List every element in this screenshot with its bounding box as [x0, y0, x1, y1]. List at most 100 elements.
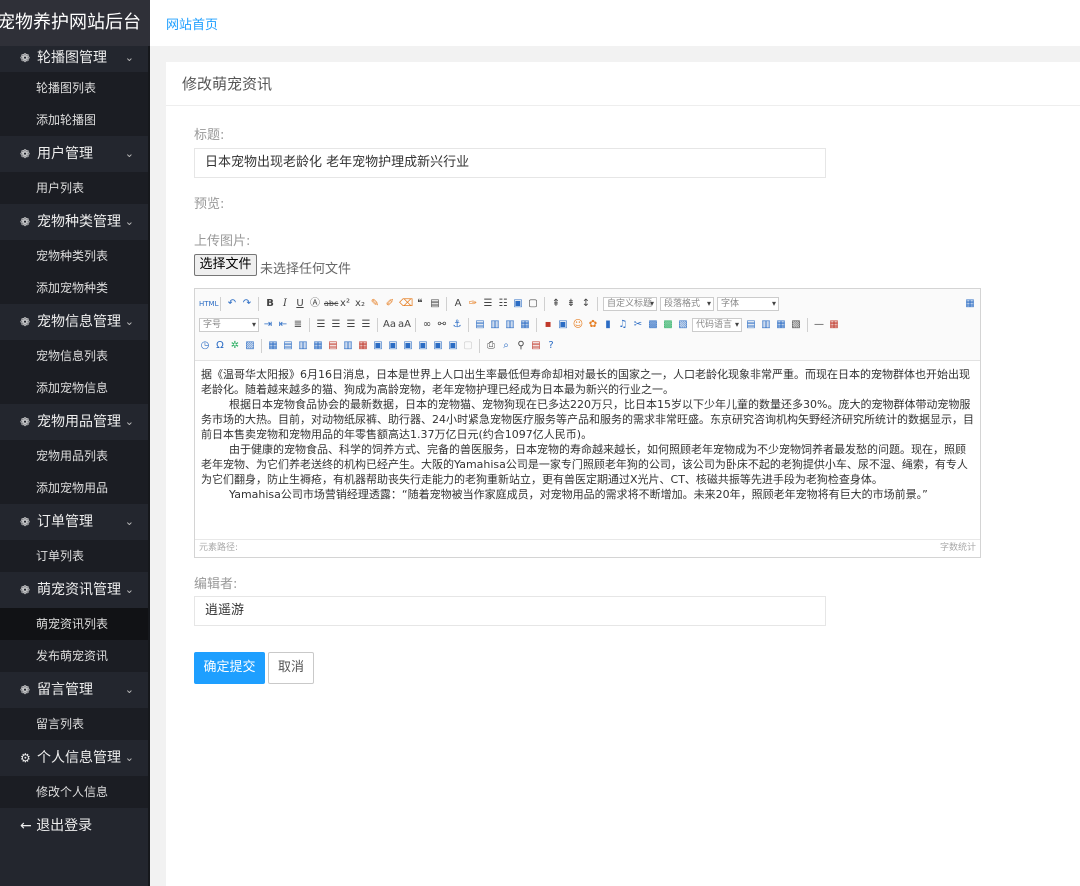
autotypeset-icon[interactable]: ✐: [384, 298, 396, 310]
highlight-color-icon[interactable]: ✑: [467, 298, 479, 310]
template-icon[interactable]: ▥: [760, 319, 772, 331]
sidebar-item[interactable]: 添加宠物信息: [0, 372, 150, 404]
map-icon[interactable]: ▩: [647, 319, 659, 331]
sidebar-item[interactable]: 用户列表: [0, 172, 150, 204]
delete-table-icon[interactable]: ▤: [282, 340, 294, 352]
scrawl-icon[interactable]: ✿: [587, 319, 599, 331]
clear-doc-icon[interactable]: ▢: [527, 298, 539, 310]
underline-icon[interactable]: U: [294, 298, 306, 310]
insert-row-icon[interactable]: ▦: [312, 340, 324, 352]
row-spacing-top-icon[interactable]: ⇞: [550, 298, 562, 310]
delete-col-icon[interactable]: ▦: [357, 340, 369, 352]
sidebar-item[interactable]: 宠物用品列表: [0, 440, 150, 472]
editor-content[interactable]: 据《温哥华太阳报》6月16日消息，日本是世界上人口出生率最低但寿命却相对最长的国…: [195, 361, 980, 539]
simple-upload-icon[interactable]: ▪: [542, 319, 554, 331]
split-cells-icon[interactable]: ▣: [417, 340, 429, 352]
merge-cells-icon[interactable]: ▣: [372, 340, 384, 352]
strikethrough-icon[interactable]: abc: [324, 298, 338, 310]
superscript-icon[interactable]: x²: [339, 298, 351, 310]
custom-title-select[interactable]: 自定义标题 ▾: [603, 296, 657, 311]
sidebar-group-header[interactable]: ❁ 用户管理 ⌄: [0, 136, 150, 172]
insert-image-icon[interactable]: ▣: [557, 319, 569, 331]
line-height-icon[interactable]: ↕: [580, 298, 592, 310]
font-size-select[interactable]: 字号 ▾: [199, 317, 259, 332]
unlink-icon[interactable]: ⚯: [436, 319, 448, 331]
image-left-icon[interactable]: ▥: [489, 319, 501, 331]
font-family-select[interactable]: 字体 ▾: [717, 296, 779, 311]
align-justify-icon[interactable]: ☰: [360, 319, 372, 331]
sidebar-scrollbar[interactable]: [148, 46, 150, 886]
lowercase-icon[interactable]: aA: [398, 319, 411, 331]
font-border-icon[interactable]: Ⓐ: [309, 298, 321, 310]
insert-video-icon[interactable]: ▮: [602, 319, 614, 331]
unordered-list-icon[interactable]: ☷: [497, 298, 509, 310]
submit-button[interactable]: 确定提交: [194, 652, 265, 684]
attachment-icon[interactable]: ✂: [632, 319, 644, 331]
print-icon[interactable]: ⎙: [485, 340, 497, 352]
sidebar-group-header[interactable]: ❁ 萌宠资讯管理 ⌄: [0, 572, 150, 608]
bold-icon[interactable]: B: [264, 298, 276, 310]
split-cols-icon[interactable]: ▣: [447, 340, 459, 352]
merge-down-icon[interactable]: ▣: [402, 340, 414, 352]
image-none-icon[interactable]: ▤: [474, 319, 486, 331]
image-right-icon[interactable]: ▥: [504, 319, 516, 331]
sidebar-item[interactable]: 萌宠资讯列表: [0, 608, 150, 640]
sidebar-item[interactable]: 订单列表: [0, 540, 150, 572]
anchor-icon[interactable]: ⚓: [451, 319, 463, 331]
undo-icon[interactable]: ↶: [226, 298, 238, 310]
italic-icon[interactable]: I: [279, 298, 291, 310]
sidebar-item[interactable]: 宠物种类列表: [0, 240, 150, 272]
emotion-icon[interactable]: ☺: [572, 319, 584, 331]
sidebar-item[interactable]: 宠物信息列表: [0, 340, 150, 372]
merge-right-icon[interactable]: ▣: [387, 340, 399, 352]
drafts-icon[interactable]: ▤: [530, 340, 542, 352]
row-spacing-bottom-icon[interactable]: ⇟: [565, 298, 577, 310]
time-icon[interactable]: ◷: [199, 340, 211, 352]
sidebar-group-header[interactable]: ❁ 宠物用品管理 ⌄: [0, 404, 150, 440]
split-rows-icon[interactable]: ▣: [432, 340, 444, 352]
uppercase-icon[interactable]: Aa: [383, 319, 396, 331]
help-icon[interactable]: ?: [545, 340, 557, 352]
insert-frame-icon[interactable]: ▧: [677, 319, 689, 331]
date-icon[interactable]: ▦: [828, 319, 840, 331]
choose-file-button[interactable]: 选择文件: [194, 254, 257, 276]
ltr-icon[interactable]: ⇥: [262, 319, 274, 331]
font-color-icon[interactable]: A: [452, 298, 464, 310]
horizontal-rule-icon[interactable]: —: [813, 319, 825, 331]
subscript-icon[interactable]: x₂: [354, 298, 366, 310]
page-break-icon[interactable]: ▤: [745, 319, 757, 331]
music-icon[interactable]: ♫: [617, 319, 629, 331]
redo-icon[interactable]: ↷: [241, 298, 253, 310]
rtl-icon[interactable]: ⇤: [277, 319, 289, 331]
indent-icon[interactable]: ≣: [292, 319, 304, 331]
paragraph-format-select[interactable]: 段落格式 ▾: [660, 296, 714, 311]
insert-col-icon[interactable]: ▥: [342, 340, 354, 352]
logout-button[interactable]: ← 退出登录: [0, 808, 150, 844]
align-right-icon[interactable]: ☰: [345, 319, 357, 331]
quote-icon[interactable]: ❝: [414, 298, 426, 310]
sidebar-group-header[interactable]: ⚙ 个人信息管理 ⌄: [0, 740, 150, 776]
select-all-icon[interactable]: ▣: [512, 298, 524, 310]
clear-format-icon[interactable]: ⌫: [399, 298, 413, 310]
background-icon[interactable]: ▦: [775, 319, 787, 331]
charts-icon[interactable]: ▧: [790, 319, 802, 331]
delete-row-icon[interactable]: ▤: [327, 340, 339, 352]
html-source-icon[interactable]: HTML: [199, 298, 218, 310]
ordered-list-icon[interactable]: ☰: [482, 298, 494, 310]
insert-paragraph-icon[interactable]: ▥: [297, 340, 309, 352]
wordimage-icon[interactable]: ✲: [229, 340, 241, 352]
sidebar-group-header[interactable]: ❁ 宠物信息管理 ⌄: [0, 304, 150, 340]
sidebar-item[interactable]: 添加轮播图: [0, 104, 150, 136]
insert-table-icon[interactable]: ▦: [267, 340, 279, 352]
sidebar-item[interactable]: 添加宠物种类: [0, 272, 150, 304]
align-center-icon[interactable]: ☰: [330, 319, 342, 331]
home-link[interactable]: 网站首页: [166, 14, 218, 33]
sidebar-group-header[interactable]: ❁ 订单管理 ⌄: [0, 504, 150, 540]
sidebar-item[interactable]: 轮播图列表: [0, 72, 150, 104]
image-center-icon[interactable]: ▦: [519, 319, 531, 331]
code-language-select[interactable]: 代码语言 ▾: [692, 317, 742, 332]
link-icon[interactable]: ∞: [421, 319, 433, 331]
format-match-icon[interactable]: ✎: [369, 298, 381, 310]
fullscreen-icon[interactable]: ▦: [964, 298, 976, 310]
sidebar-group-header[interactable]: ❁ 留言管理 ⌄: [0, 672, 150, 708]
